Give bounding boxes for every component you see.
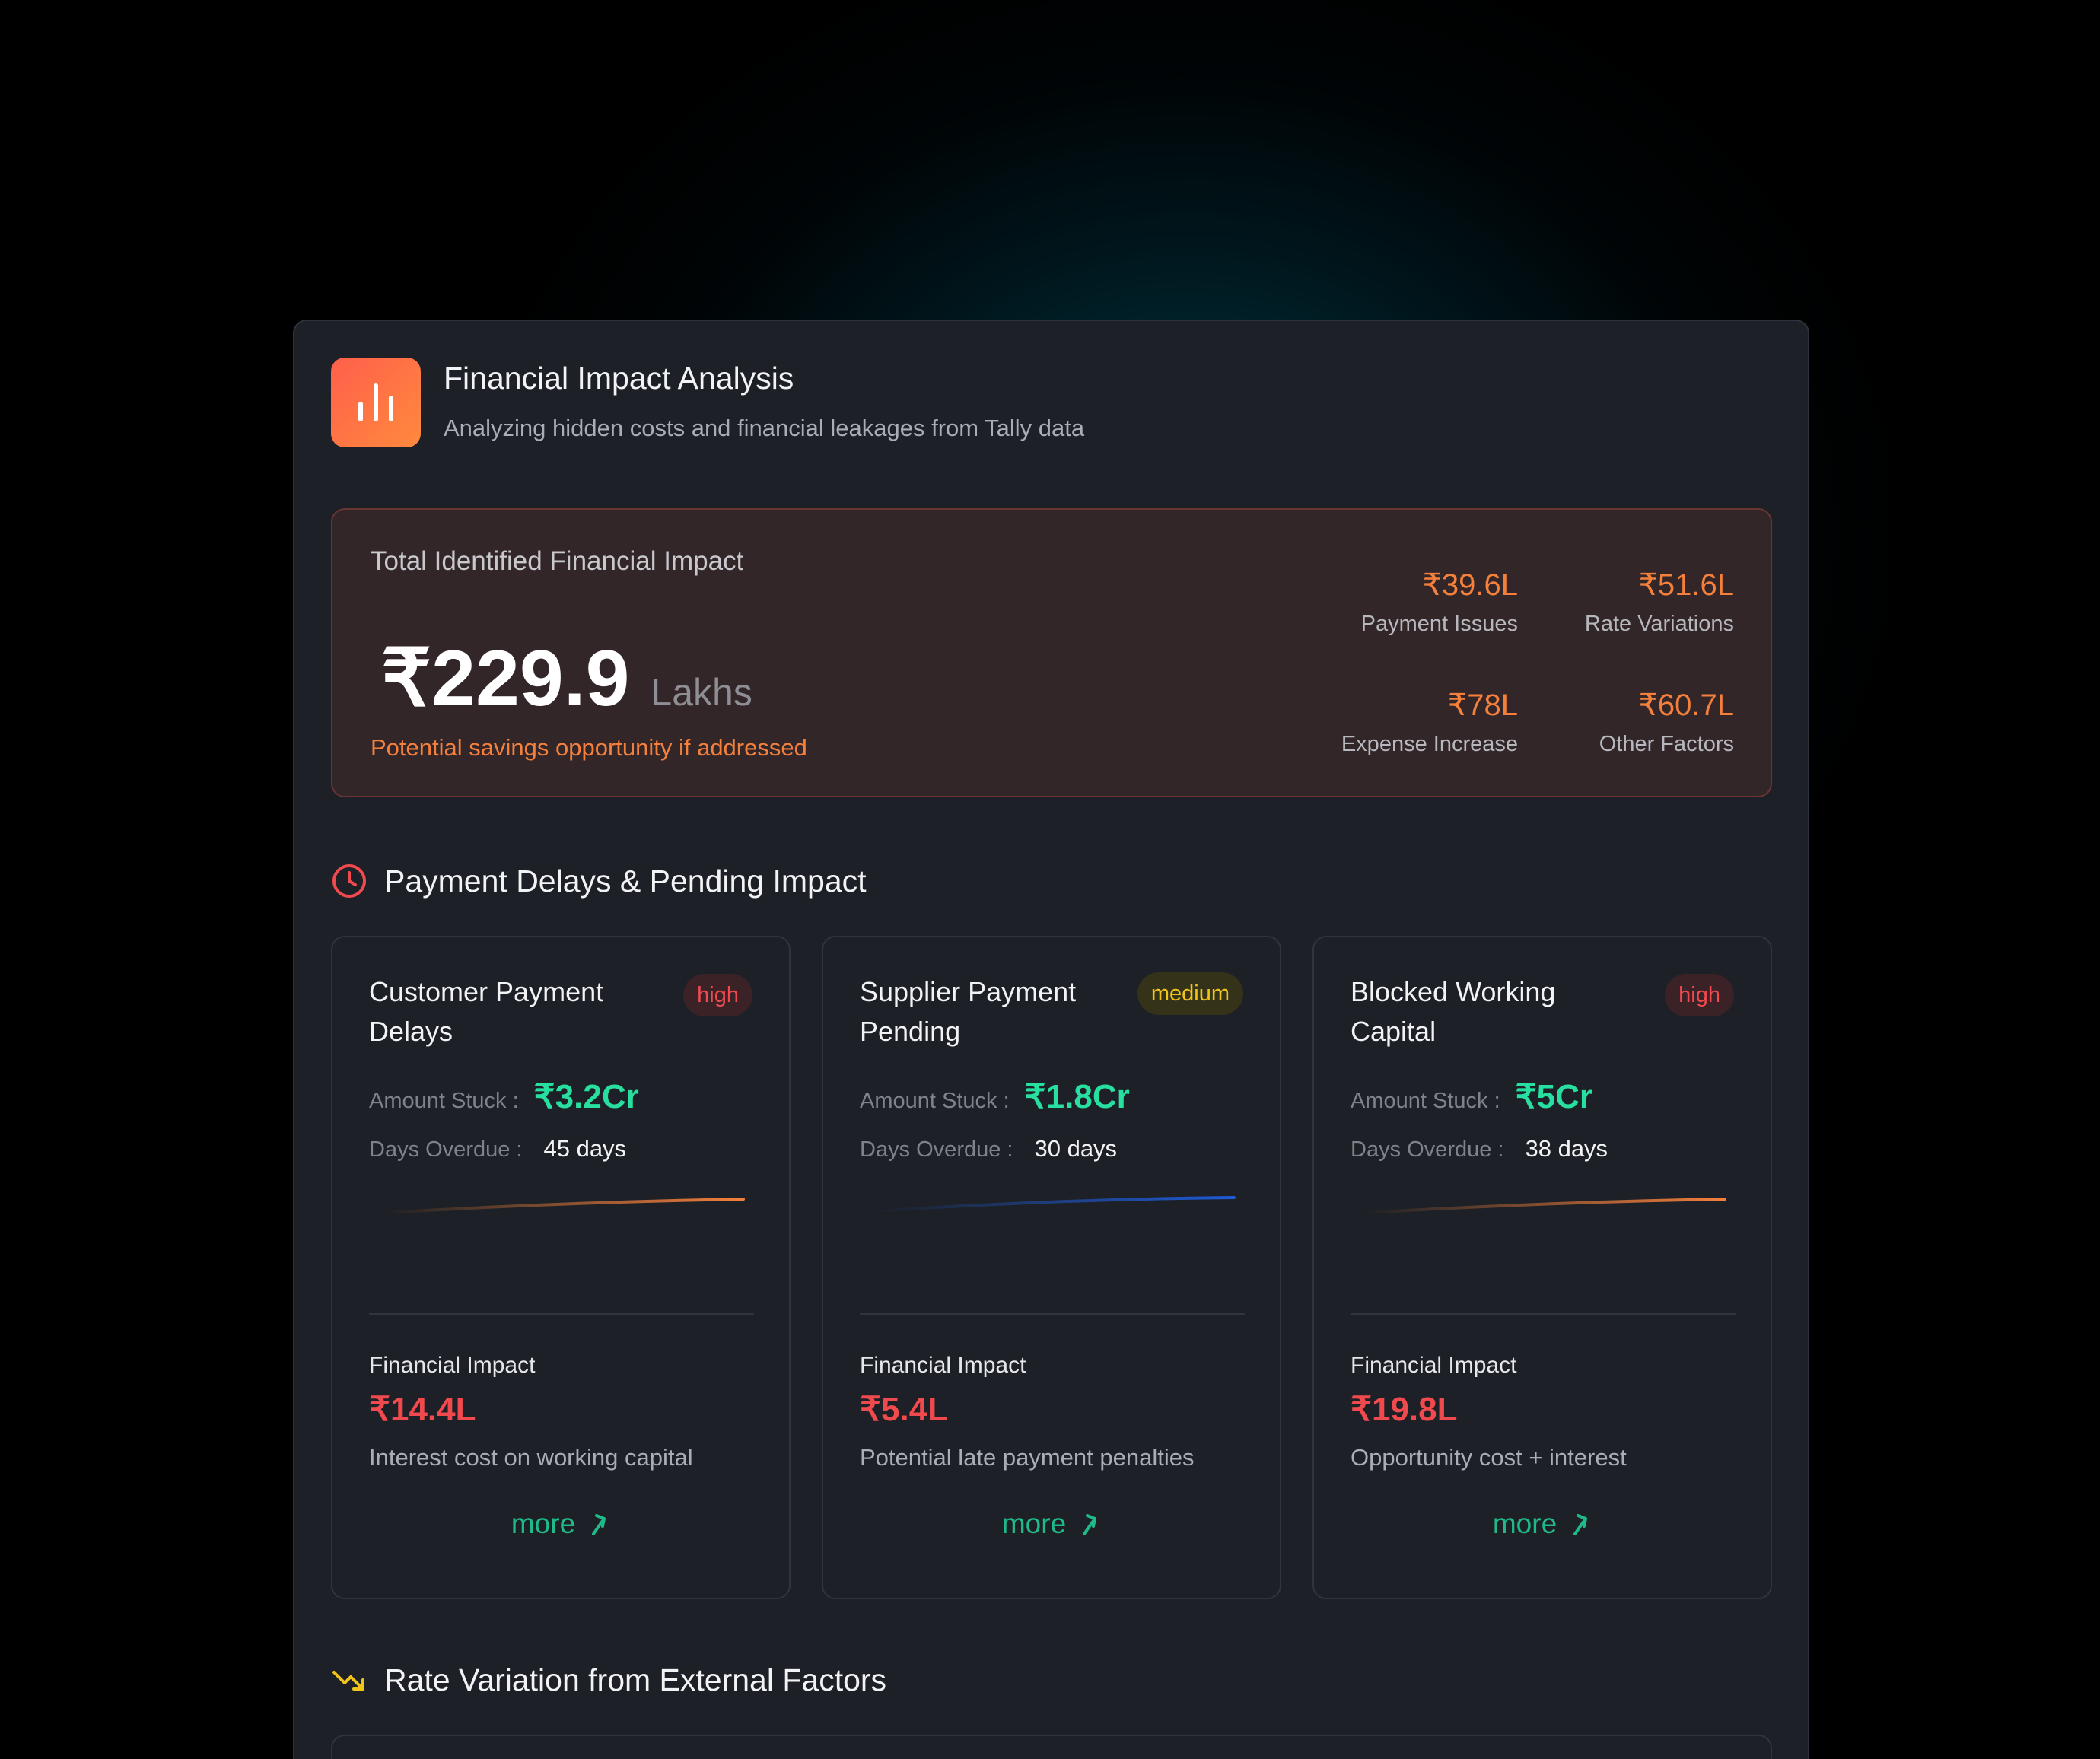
card-blocked-working-capital: Blocked Working Capital high Amount Stuc… <box>1312 936 1772 1599</box>
section-rate-variation: Rate Variation from External Factors <box>331 1662 886 1698</box>
trending-down-icon <box>331 1662 368 1698</box>
card-title: Supplier Payment Pending <box>860 976 1077 1047</box>
financial-impact-panel: Financial Impact Analysis Analyzing hidd… <box>293 320 1809 1759</box>
section-title: Rate Variation from External Factors <box>384 1662 887 1697</box>
arrow-up-right-icon <box>1570 1511 1592 1537</box>
amount-label: Amount Stuck : <box>1351 1089 1500 1113</box>
stat-payment-issues: ₹39.6L Payment Issues <box>1361 568 1518 637</box>
days-label: Days Overdue : <box>369 1137 523 1162</box>
summary-unit: Lakhs <box>651 671 752 714</box>
arrow-up-right-icon <box>1080 1511 1101 1537</box>
section-payment-delays: Payment Delays & Pending Impact <box>331 863 867 899</box>
severity-badge: high <box>1665 974 1734 1016</box>
financial-impact-description: Potential late payment penalties <box>860 1444 1195 1471</box>
trend-line <box>383 1198 745 1214</box>
stat-expense-increase: ₹78L Expense Increase <box>1341 688 1518 757</box>
financial-impact-value: ₹14.4L <box>369 1391 476 1428</box>
severity-badge: medium <box>1137 972 1243 1015</box>
card-title: Blocked Working Capital <box>1351 976 1556 1047</box>
financial-impact-label: Financial Impact <box>1351 1353 1517 1378</box>
rate-variation-card <box>331 1735 1772 1759</box>
stat-value: ₹51.6L <box>1638 568 1734 602</box>
more-label: more <box>1001 1508 1067 1539</box>
total-impact-summary: Total Identified Financial Impact ₹229.9… <box>331 508 1772 797</box>
stat-label: Rate Variations <box>1584 612 1734 636</box>
card-divider <box>369 1313 754 1315</box>
days-value: 30 days <box>1034 1135 1118 1162</box>
stat-value: ₹78L <box>1447 689 1518 722</box>
amount-value: ₹5Cr <box>1515 1078 1593 1115</box>
stat-value: ₹60.7L <box>1638 689 1734 722</box>
card-title: Customer Payment Delays <box>369 976 604 1047</box>
stat-label: Payment Issues <box>1360 612 1518 636</box>
severity-badge: high <box>683 974 752 1016</box>
summary-label: Total Identified Financial Impact <box>371 546 744 576</box>
more-link[interactable]: more <box>332 1508 789 1540</box>
more-label: more <box>511 1508 576 1539</box>
stat-label: Expense Increase <box>1341 732 1518 756</box>
arrow-up-right-icon <box>589 1511 610 1537</box>
clock-icon <box>331 863 368 899</box>
days-value: 45 days <box>543 1135 627 1162</box>
more-link[interactable]: more <box>823 1508 1280 1540</box>
stat-rate-variations: ₹51.6L Rate Variations <box>1585 568 1734 637</box>
financial-impact-description: Interest cost on working capital <box>369 1444 693 1471</box>
financial-impact-label: Financial Impact <box>860 1353 1026 1378</box>
summary-note: Potential savings opportunity if address… <box>371 734 807 761</box>
page-subtitle: Analyzing hidden costs and financial lea… <box>444 415 1085 441</box>
panel-header: Financial Impact Analysis Analyzing hidd… <box>331 358 1084 447</box>
page-title: Financial Impact Analysis <box>444 361 794 396</box>
financial-impact-description: Opportunity cost + interest <box>1351 1444 1627 1471</box>
card-customer-payment-delays: Customer Payment Delays high Amount Stuc… <box>331 936 791 1599</box>
stat-label: Other Factors <box>1599 732 1734 756</box>
days-label: Days Overdue : <box>1351 1137 1504 1162</box>
financial-impact-label: Financial Impact <box>369 1353 536 1378</box>
more-link[interactable]: more <box>1314 1508 1771 1540</box>
financial-impact-value: ₹5.4L <box>860 1391 949 1428</box>
stat-other-factors: ₹60.7L Other Factors <box>1599 688 1734 757</box>
section-title: Payment Delays & Pending Impact <box>384 863 867 899</box>
bar-chart-icon <box>331 358 421 447</box>
financial-impact-value: ₹19.8L <box>1351 1391 1458 1428</box>
days-label: Days Overdue : <box>860 1137 1013 1162</box>
card-divider <box>860 1313 1245 1315</box>
amount-label: Amount Stuck : <box>860 1089 1010 1113</box>
stat-value: ₹39.6L <box>1422 568 1518 602</box>
trend-line <box>1364 1198 1726 1214</box>
trend-line <box>873 1196 1236 1213</box>
card-divider <box>1351 1313 1736 1315</box>
amount-value: ₹3.2Cr <box>533 1078 639 1115</box>
card-supplier-payment-pending: Supplier Payment Pending medium Amount S… <box>822 936 1281 1599</box>
amount-label: Amount Stuck : <box>369 1089 519 1113</box>
more-label: more <box>1492 1508 1558 1539</box>
summary-value: ₹229.9 <box>381 635 630 723</box>
days-value: 38 days <box>1525 1135 1608 1162</box>
amount-value: ₹1.8Cr <box>1024 1078 1130 1115</box>
